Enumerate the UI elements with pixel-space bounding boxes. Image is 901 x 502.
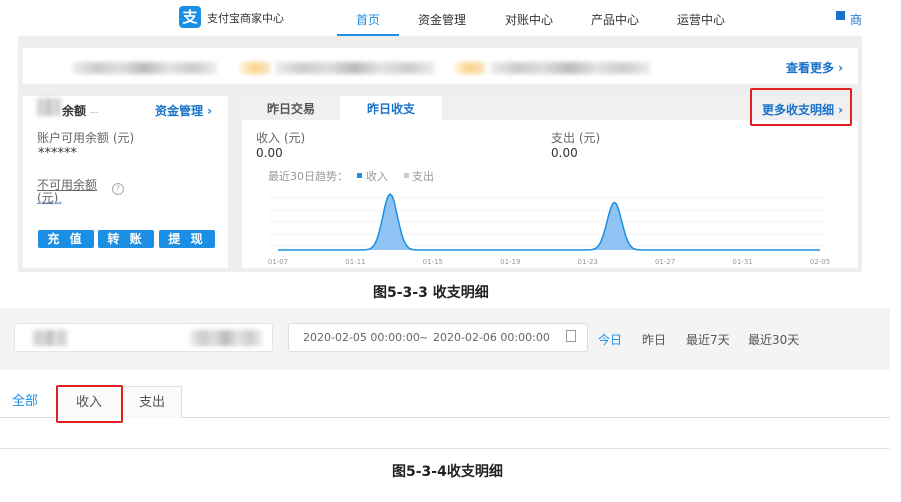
blurred-text bbox=[190, 330, 262, 346]
expense-value: 0.00 bbox=[551, 146, 578, 160]
nav-operations[interactable]: 运营中心 bbox=[677, 11, 725, 28]
legend-expense: 支出 bbox=[412, 170, 434, 183]
brand-name: 支付宝商家中心 bbox=[207, 12, 284, 25]
blurred-account bbox=[36, 98, 62, 116]
withdraw-button[interactable]: 提 现 bbox=[159, 230, 215, 248]
blurred-text bbox=[240, 62, 270, 74]
blurred-text bbox=[275, 62, 435, 74]
income-value: 0.00 bbox=[256, 146, 283, 160]
expense-label: 支出 (元) bbox=[551, 131, 601, 145]
blurred-text bbox=[32, 330, 68, 346]
legend-income: 收入 bbox=[366, 170, 388, 183]
nav-home[interactable]: 首页 bbox=[356, 11, 380, 28]
legend-expense-swatch bbox=[404, 173, 409, 178]
tab-yesterday-income-expense[interactable]: 昨日收支 bbox=[340, 96, 442, 120]
tab-expense[interactable]: 支出 bbox=[122, 386, 182, 418]
quick-today[interactable]: 今日 bbox=[598, 331, 622, 348]
tab-yesterday-trade[interactable]: 昨日交易 bbox=[242, 96, 340, 120]
income-label: 收入 (元) bbox=[256, 131, 306, 145]
x-tick-label: 01-27 bbox=[655, 258, 675, 266]
x-tick-label: 01-15 bbox=[423, 258, 443, 266]
x-tick-label: 01-07 bbox=[268, 258, 288, 266]
available-balance-label: 账户可用余额 (元) bbox=[37, 131, 135, 145]
calendar-icon[interactable] bbox=[566, 330, 576, 342]
grid-icon bbox=[836, 11, 845, 20]
tab-all[interactable]: 全部 bbox=[0, 386, 50, 418]
highlight-box bbox=[56, 385, 123, 423]
x-tick-label: 02-05 bbox=[810, 258, 830, 266]
merchant-menu[interactable]: 商 bbox=[850, 11, 862, 28]
date-start: 2020-02-05 00:00:00 bbox=[303, 331, 420, 344]
figure-caption-2: 图5-3-4收支明细 bbox=[392, 464, 503, 480]
x-tick-label: 01-19 bbox=[500, 258, 520, 266]
balance-title: 余额 bbox=[62, 104, 87, 118]
unavailable-balance-value: ****** bbox=[38, 200, 62, 209]
nav-reconcile[interactable]: 对账中心 bbox=[505, 11, 553, 28]
nav-products[interactable]: 产品中心 bbox=[591, 11, 639, 28]
x-tick-label: 01-11 bbox=[345, 258, 365, 266]
blurred-text bbox=[490, 62, 650, 74]
help-icon[interactable]: ? bbox=[112, 183, 124, 195]
eye-closed-icon[interactable]: ﹏ bbox=[90, 104, 98, 115]
recharge-button[interactable]: 充 值 bbox=[38, 230, 94, 248]
quick-30-days[interactable]: 最近30天 bbox=[748, 331, 799, 348]
date-separator: ~ bbox=[419, 331, 429, 344]
view-more-link[interactable]: 查看更多 › bbox=[786, 59, 843, 76]
alipay-logo-icon: 支 bbox=[179, 6, 201, 28]
date-end: 2020-02-06 00:00:00 bbox=[433, 331, 550, 344]
content-divider bbox=[0, 448, 890, 449]
transfer-button[interactable]: 转 账 bbox=[98, 230, 154, 248]
available-balance-value: ****** bbox=[38, 146, 77, 161]
legend-income-swatch bbox=[357, 173, 362, 178]
quick-yesterday[interactable]: 昨日 bbox=[642, 331, 666, 348]
fund-management-link[interactable]: 资金管理 › bbox=[155, 102, 212, 119]
quick-7-days[interactable]: 最近7天 bbox=[686, 331, 730, 348]
x-tick-label: 01-23 bbox=[578, 258, 598, 266]
blurred-text bbox=[455, 62, 485, 74]
blurred-text bbox=[72, 62, 217, 74]
x-tick-label: 01-31 bbox=[732, 258, 752, 266]
nav-funds[interactable]: 资金管理 bbox=[418, 11, 466, 28]
figure-caption-1: 图5-3-3 收支明细 bbox=[373, 285, 489, 301]
more-income-expense-link[interactable]: 更多收支明细 › bbox=[762, 101, 843, 118]
trend-label: 最近30日趋势： bbox=[268, 170, 348, 183]
trend-chart: 01-07 01-11 01-15 01-19 01-23 01-27 01-31 02-05 bbox=[268, 192, 830, 266]
